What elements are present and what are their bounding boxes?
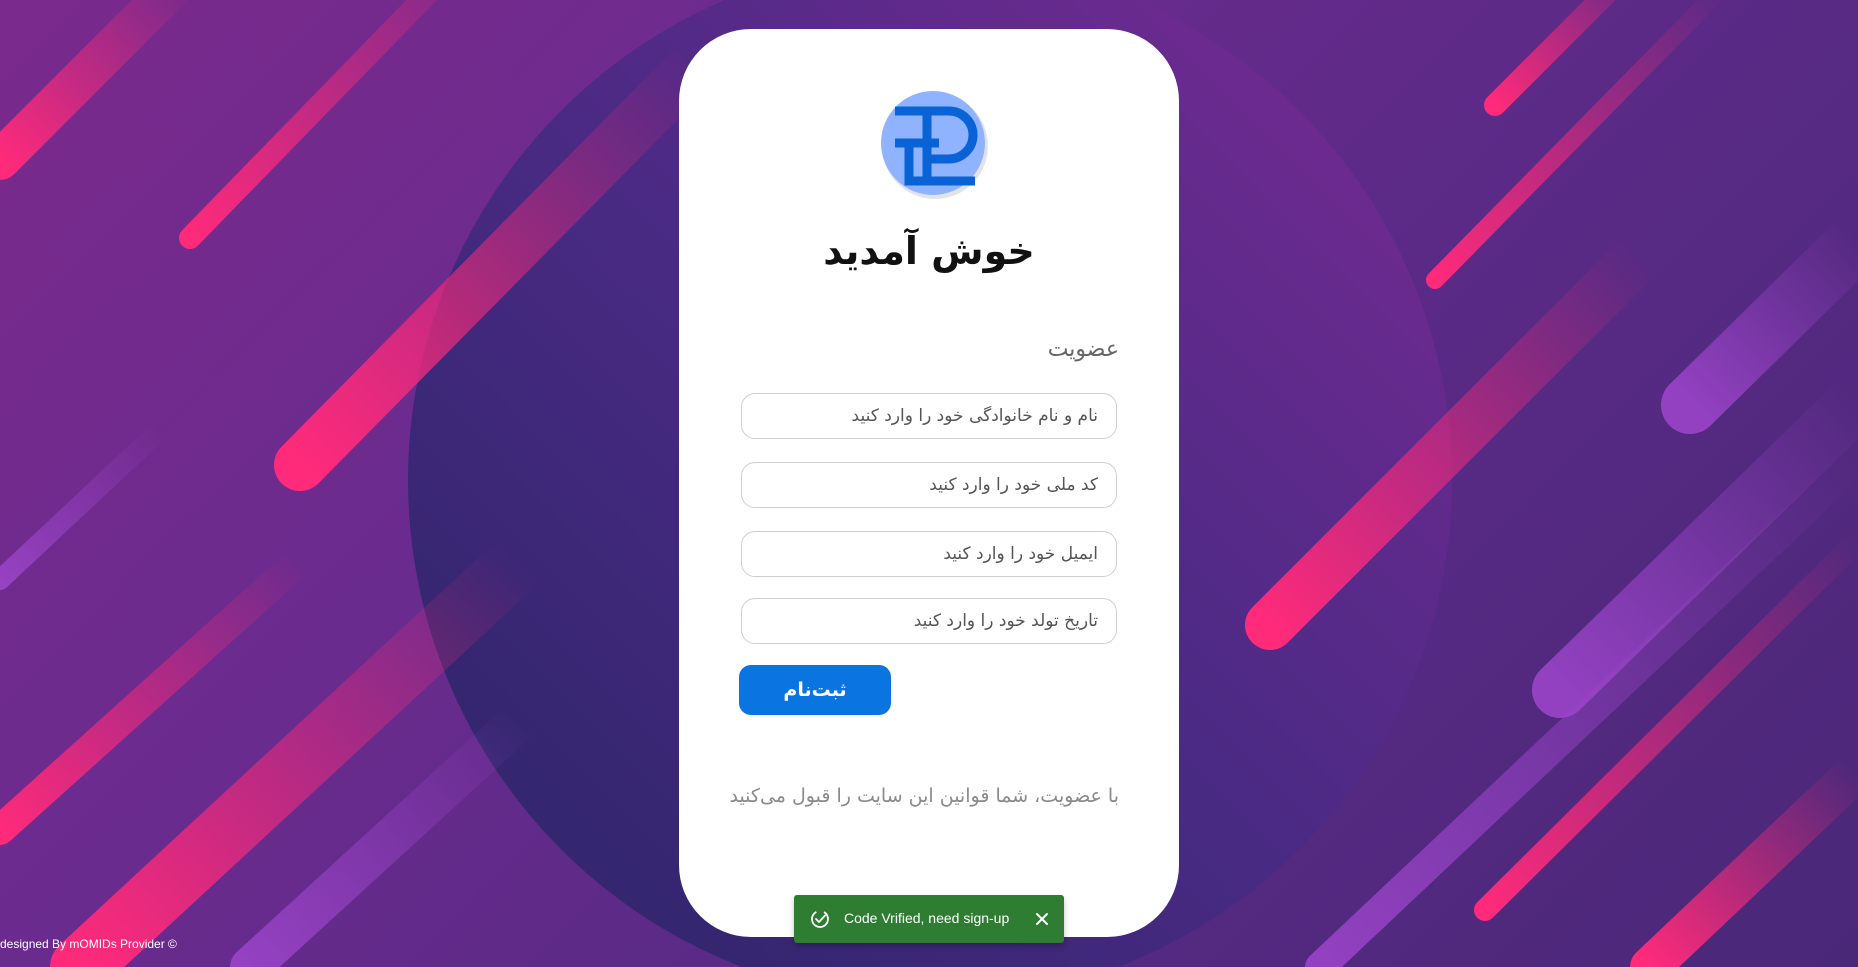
close-icon[interactable] (1032, 909, 1052, 929)
full-name-input[interactable] (741, 393, 1117, 439)
footer-credit: designed By mOMIDs Provider © (0, 937, 177, 951)
national-code-input[interactable] (741, 462, 1117, 508)
toast-message: Code Vrified, need sign-up (844, 910, 1010, 926)
terms-notice: با عضویت، شما قوانین این سایت را قبول می… (729, 785, 1119, 807)
birth-date-input[interactable] (741, 598, 1117, 644)
signup-section-label: عضویت (1047, 337, 1119, 362)
signup-card: خوش آمدید عضویت ثبت‌نام با عضویت، شما قو… (679, 29, 1179, 937)
email-input[interactable] (741, 531, 1117, 577)
success-toast: Code Vrified, need sign-up (794, 895, 1064, 943)
check-circle-icon (810, 909, 830, 929)
brand-logo (879, 89, 989, 199)
signup-button[interactable]: ثبت‌نام (739, 665, 891, 715)
welcome-title: خوش آمدید (823, 229, 1035, 273)
